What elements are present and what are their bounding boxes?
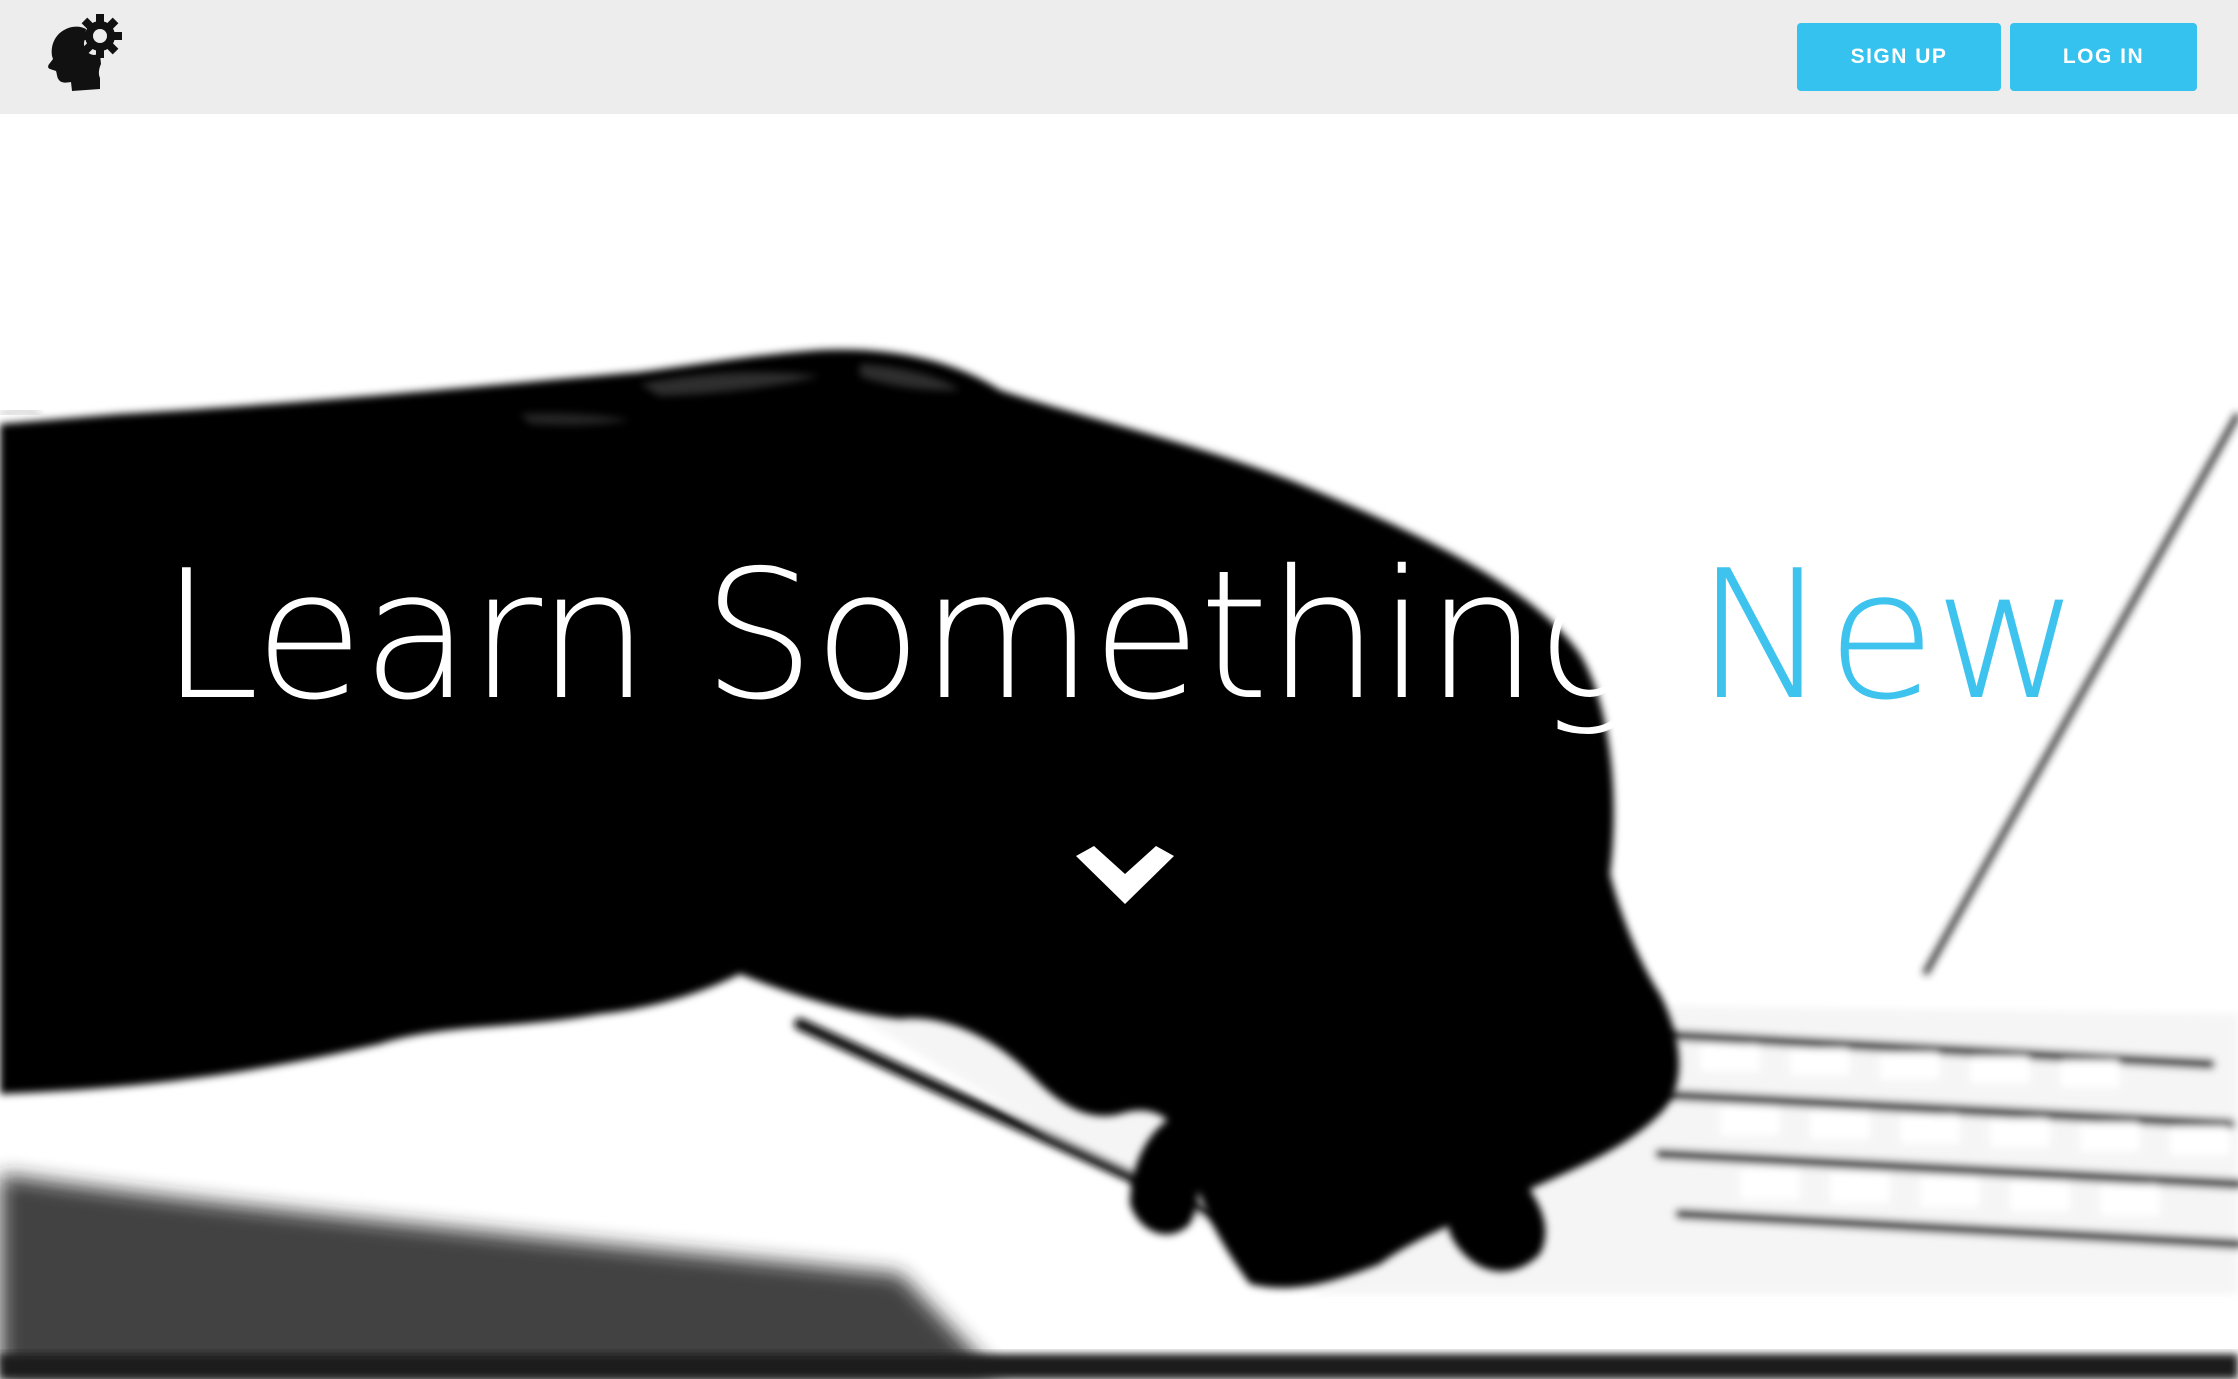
hero-headline: Learn Something New bbox=[0, 536, 2238, 736]
top-navbar: SIGN UP LOG IN bbox=[0, 0, 2238, 114]
chevron-down-icon bbox=[1076, 846, 1174, 904]
headline-accent-word: New bbox=[1695, 532, 2079, 739]
sign-up-button[interactable]: SIGN UP bbox=[1797, 23, 2001, 91]
landing-page: SIGN UP LOG IN Learn Something New bbox=[0, 0, 2238, 1379]
hero-section: Learn Something New bbox=[0, 114, 2238, 1379]
headline-text: Learn Something bbox=[160, 532, 1643, 739]
head-gear-icon bbox=[48, 14, 122, 91]
log-in-button[interactable]: LOG IN bbox=[2010, 23, 2197, 91]
home-logo-link[interactable] bbox=[44, 12, 124, 92]
scroll-down-link[interactable] bbox=[1070, 834, 1180, 924]
hero-background-image bbox=[0, 114, 2238, 1379]
